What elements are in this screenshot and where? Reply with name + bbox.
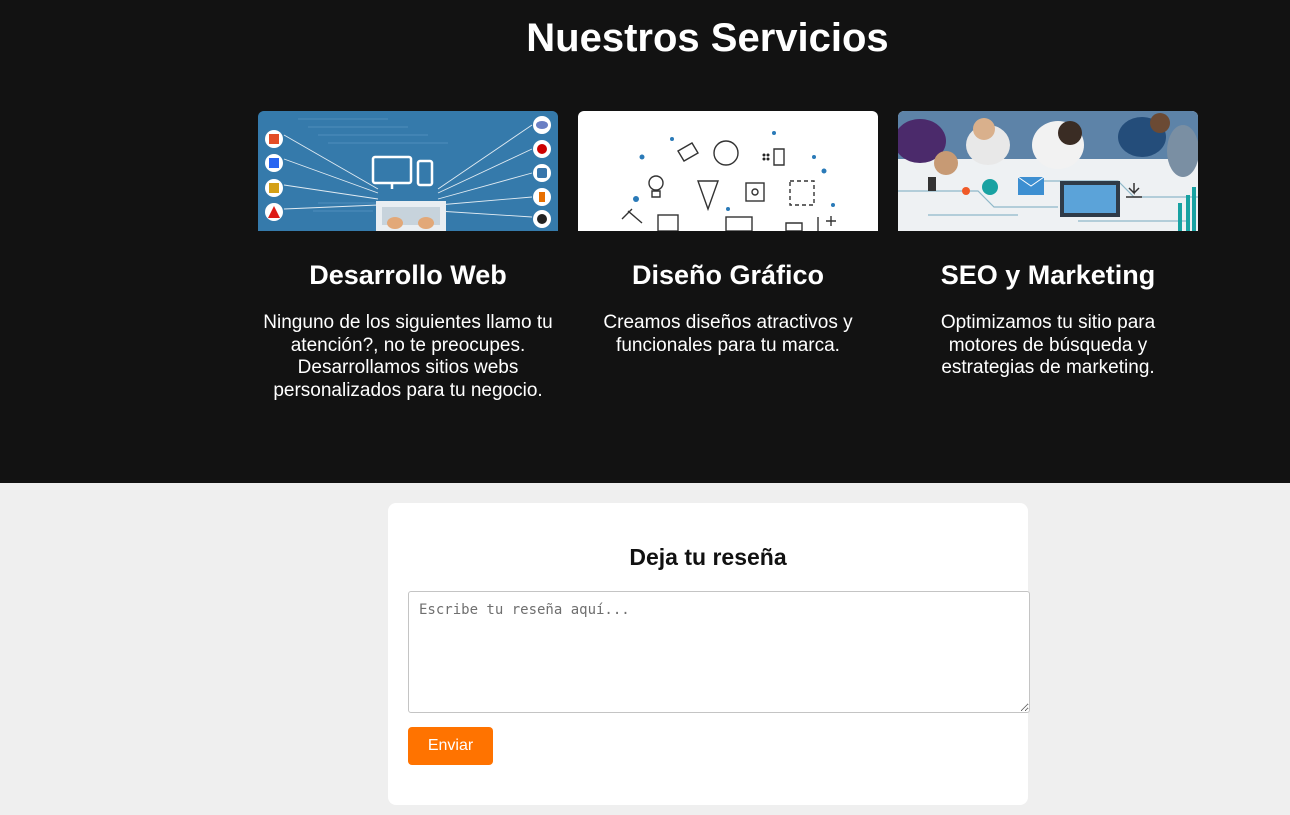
service-card-web: Desarrollo Web Ninguno de los siguientes… [258,111,558,402]
review-textarea[interactable] [408,591,1030,713]
service-card-text: Ninguno de los siguientes llamo tu atenc… [263,312,553,401]
service-card-design: Diseño Gráfico Creamos diseños atractivo… [578,111,878,357]
web-development-image [258,111,558,231]
service-card-title: SEO y Marketing [940,260,1156,290]
seo-marketing-image [898,111,1198,231]
services-title: Nuestros Servicios [526,16,889,60]
service-card-title: Desarrollo Web [309,260,507,290]
review-title: Deja tu reseña [629,544,787,570]
service-card-title: Diseño Gráfico [631,260,825,290]
service-card-text: Creamos diseños atractivos y funcionales… [603,312,853,356]
submit-review-button[interactable]: Enviar [408,727,493,765]
services-section: Nuestros Servicios Desarrollo Web Ningun… [0,0,1290,483]
review-form: Deja tu reseña Enviar [388,503,1030,805]
service-card-text: Optimizamos tu sitio para motores de bús… [940,312,1156,378]
service-card-seo: SEO y Marketing Optimizamos tu sitio par… [898,111,1198,380]
graphic-design-image [578,111,878,231]
